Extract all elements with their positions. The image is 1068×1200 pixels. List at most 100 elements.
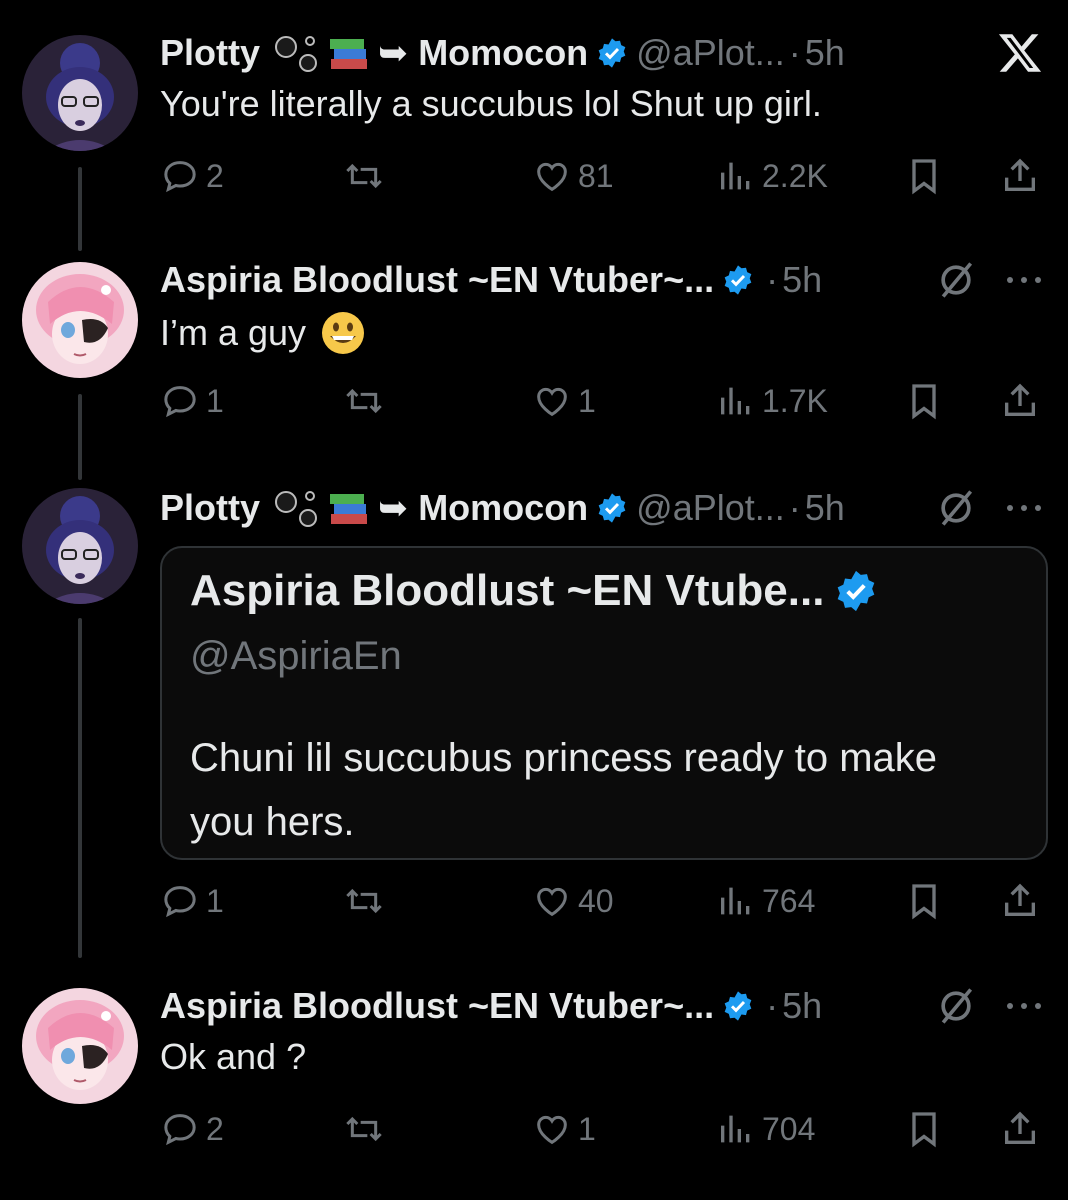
views-button[interactable]: 704 (716, 1104, 815, 1154)
reply-icon (164, 1114, 196, 1146)
author-name[interactable]: Aspiria Bloodlust ~EN Vtuber~... (160, 259, 714, 301)
share-button[interactable] (1000, 876, 1040, 926)
retweet-arrow: ➥ (378, 32, 409, 73)
share-button[interactable] (1000, 151, 1040, 201)
bubbles-emoji-icon (274, 33, 320, 73)
tweet-header: Aspiria Bloodlust ~EN Vtuber~... · 5h (160, 978, 822, 1034)
author-name[interactable]: Plotty (160, 32, 260, 74)
like-button[interactable]: 1 (532, 376, 596, 426)
bookmark-icon (912, 159, 936, 195)
reply-count: 1 (206, 382, 224, 419)
more-options-icon[interactable] (1004, 252, 1044, 308)
share-icon (1005, 383, 1035, 416)
verified-badge-icon (724, 265, 752, 295)
tweet-header: Plotty ➥ Momocon @aPlot... · 5h (160, 480, 845, 536)
tweet-2[interactable]: Aspiria Bloodlust ~EN Vtuber~... · 5h I’… (0, 252, 1068, 480)
quoted-author: Aspiria Bloodlust ~EN Vtube... (190, 566, 878, 616)
heart-icon (537, 1115, 567, 1145)
like-count: 81 (578, 157, 614, 194)
quoted-author-name: Aspiria Bloodlust ~EN Vtube... (190, 566, 825, 615)
tweet-time[interactable]: 5h (805, 487, 845, 529)
more-options-icon[interactable] (1004, 978, 1044, 1034)
reply-button[interactable]: 2 (160, 1104, 224, 1154)
separator-dot: · (788, 32, 801, 73)
like-button[interactable]: 1 (532, 1104, 596, 1154)
reply-count: 1 (206, 882, 224, 919)
views-count: 2.2K (762, 157, 828, 194)
thread-line (78, 618, 82, 958)
tweet-3[interactable]: Plotty ➥ Momocon @aPlot... · 5h Aspiria … (0, 480, 1068, 958)
reply-count: 2 (206, 157, 224, 194)
tweet-4[interactable]: Aspiria Bloodlust ~EN Vtuber~... · 5h Ok… (0, 978, 1068, 1178)
tweet-text-content: I’m a guy (160, 312, 307, 353)
retweet-button[interactable] (344, 151, 390, 201)
avatar-plotty[interactable] (22, 35, 138, 151)
views-count: 764 (762, 882, 816, 919)
share-button[interactable] (1000, 376, 1040, 426)
tweet-text: I’m a guy (160, 310, 370, 356)
like-button[interactable]: 81 (532, 151, 614, 201)
bookmark-button[interactable] (904, 151, 944, 201)
more-options-icon[interactable] (1004, 480, 1044, 536)
bookmark-button[interactable] (904, 376, 944, 426)
reply-button[interactable]: 1 (160, 876, 224, 926)
grok-icon[interactable] (934, 252, 978, 308)
x-logo-icon[interactable] (996, 25, 1044, 81)
grok-icon[interactable] (934, 978, 978, 1034)
reply-icon (164, 161, 196, 193)
action-bar: 1 1 1.7K (160, 376, 1050, 426)
avatar-plotty[interactable] (22, 488, 138, 604)
tweet-text: Ok and ? (160, 1036, 307, 1077)
verified-badge-icon (598, 493, 626, 523)
books-emoji-icon (328, 488, 370, 528)
bookmark-icon (912, 384, 936, 420)
quoted-author-handle: @AspiriaEn (190, 634, 402, 678)
share-icon (1005, 1111, 1035, 1144)
avatar-aspiria[interactable] (22, 988, 138, 1104)
views-button[interactable]: 2.2K (716, 151, 828, 201)
heart-icon (537, 887, 567, 917)
bookmark-button[interactable] (904, 876, 944, 926)
quoted-author-name[interactable]: Momocon (418, 487, 588, 529)
grok-icon[interactable] (934, 480, 978, 536)
reply-button[interactable]: 1 (160, 376, 224, 426)
heart-icon (537, 387, 567, 417)
separator-dot: · (766, 259, 779, 300)
bookmark-icon (912, 884, 936, 920)
avatar-aspiria[interactable] (22, 262, 138, 378)
share-icon (1005, 158, 1035, 191)
reply-button[interactable]: 2 (160, 151, 224, 201)
retweet-button[interactable] (344, 376, 390, 426)
verified-badge-icon (838, 570, 875, 612)
author-name[interactable]: Aspiria Bloodlust ~EN Vtuber~... (160, 985, 714, 1027)
views-icon (721, 887, 750, 915)
tweet-time[interactable]: 5h (782, 985, 822, 1027)
like-button[interactable]: 40 (532, 876, 614, 926)
quoted-tweet-text: Chuni lil succubus princess ready to mak… (190, 736, 938, 844)
separator-dot: · (788, 487, 801, 528)
action-bar: 2 81 2.2K (160, 151, 1050, 201)
retweet-icon (346, 888, 382, 914)
tweet-1[interactable]: Plotty ➥ Momocon @aPlot... · 5h You're l… (0, 25, 1068, 251)
thread-line (78, 394, 82, 480)
views-icon (721, 162, 750, 190)
retweet-button[interactable] (344, 1104, 390, 1154)
like-count: 1 (578, 382, 596, 419)
author-handle[interactable]: @aPlot... (636, 32, 785, 74)
bookmark-button[interactable] (904, 1104, 944, 1154)
author-handle[interactable]: @aPlot... (636, 487, 785, 529)
views-icon (721, 1115, 750, 1143)
share-button[interactable] (1000, 1104, 1040, 1154)
views-button[interactable]: 1.7K (716, 376, 828, 426)
author-name[interactable]: Plotty (160, 487, 260, 529)
retweet-button[interactable] (344, 876, 390, 926)
quoted-tweet-card[interactable]: Aspiria Bloodlust ~EN Vtube... @AspiriaE… (160, 546, 1048, 860)
bookmark-icon (912, 1112, 936, 1148)
separator-dot: · (766, 985, 779, 1026)
views-button[interactable]: 764 (716, 876, 815, 926)
tweet-time[interactable]: 5h (805, 32, 845, 74)
books-emoji-icon (328, 33, 370, 73)
reply-icon (164, 886, 196, 918)
tweet-time[interactable]: 5h (782, 259, 822, 301)
quoted-author-name[interactable]: Momocon (418, 32, 588, 74)
